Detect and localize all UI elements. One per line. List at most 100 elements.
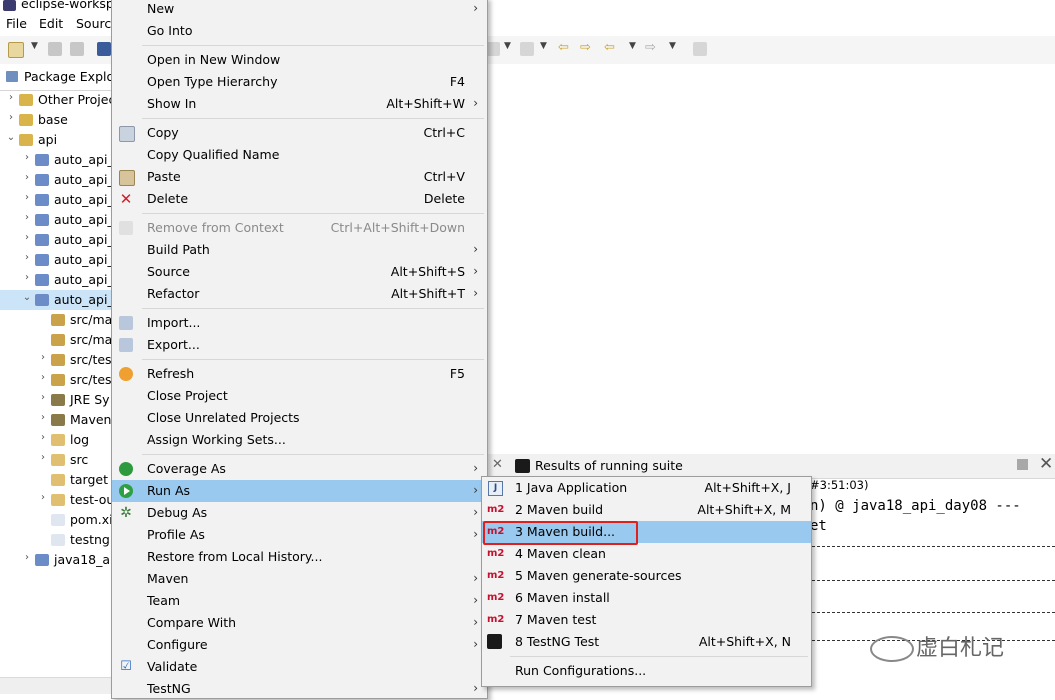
new-dropdown-arrow-icon[interactable]: ▼ bbox=[31, 41, 38, 51]
menu-item-copy[interactable]: Copy Ctrl+C bbox=[112, 122, 487, 144]
tree-item[interactable]: ⌄ api bbox=[0, 130, 118, 150]
tree-item[interactable]: › auto_api_ bbox=[0, 250, 118, 270]
expand-toggle-icon[interactable]: › bbox=[38, 452, 48, 463]
forward-dropdown-arrow-icon[interactable]: ▼ bbox=[669, 41, 676, 51]
menu-item-maven[interactable]: Maven › bbox=[112, 568, 487, 590]
run-as-item-4-maven-clean[interactable]: m2 4 Maven clean bbox=[482, 543, 811, 565]
menu-item-team[interactable]: Team › bbox=[112, 590, 487, 612]
menu-item-new[interactable]: New › bbox=[112, 0, 487, 20]
minimize-icon[interactable] bbox=[1017, 459, 1028, 470]
back-dropdown-arrow-icon[interactable]: ▼ bbox=[629, 41, 636, 51]
tree-item[interactable]: target bbox=[0, 470, 118, 490]
menu-item-export[interactable]: Export... bbox=[112, 334, 487, 356]
toolbar-misc-icon[interactable] bbox=[486, 42, 500, 56]
menu-item-delete[interactable]: ✕ Delete Delete bbox=[112, 188, 487, 210]
last-edit-dropdown-arrow-icon[interactable]: ▼ bbox=[540, 41, 547, 51]
menu-item-assign-working-sets[interactable]: Assign Working Sets... bbox=[112, 429, 487, 451]
new-icon[interactable] bbox=[8, 42, 24, 58]
expand-toggle-icon[interactable]: ⌄ bbox=[22, 292, 32, 303]
menu-item-close-unrelated-projects[interactable]: Close Unrelated Projects bbox=[112, 407, 487, 429]
run-as-item-8-testng-test[interactable]: 8 TestNG Test Alt+Shift+X, N bbox=[482, 631, 811, 653]
menu-item-restore-from-local-history[interactable]: Restore from Local History... bbox=[112, 546, 487, 568]
back-icon[interactable]: ⇦ bbox=[604, 40, 615, 55]
expand-toggle-icon[interactable]: › bbox=[22, 552, 32, 563]
tree-item[interactable]: › base bbox=[0, 110, 118, 130]
tree-item[interactable]: › auto_api_ bbox=[0, 270, 118, 290]
terminal-icon[interactable] bbox=[97, 42, 111, 56]
tree-item[interactable]: › src/tes bbox=[0, 350, 118, 370]
tree-item[interactable]: › JRE Sy bbox=[0, 390, 118, 410]
expand-toggle-icon[interactable]: › bbox=[38, 412, 48, 423]
prev-annotation-icon[interactable]: ⇦ bbox=[558, 40, 569, 55]
tree-item[interactable]: › auto_api_ bbox=[0, 230, 118, 250]
tree-item[interactable]: src/ma bbox=[0, 330, 118, 350]
last-edit-icon[interactable] bbox=[520, 42, 534, 56]
menu-item-configure[interactable]: Configure › bbox=[112, 634, 487, 656]
package-explorer-tab[interactable]: Package Explor bbox=[0, 64, 119, 91]
tree-item[interactable]: › Other Projec bbox=[0, 90, 118, 110]
expand-toggle-icon[interactable]: ⌄ bbox=[6, 132, 16, 143]
tree-item[interactable]: src/ma bbox=[0, 310, 118, 330]
save-icon[interactable] bbox=[48, 42, 62, 56]
expand-toggle-icon[interactable]: › bbox=[38, 372, 48, 383]
expand-toggle-icon[interactable]: › bbox=[38, 432, 48, 443]
save-all-icon[interactable] bbox=[70, 42, 84, 56]
expand-toggle-icon[interactable]: › bbox=[38, 392, 48, 403]
misc-dropdown-arrow-icon[interactable]: ▼ bbox=[504, 41, 511, 51]
tree-item[interactable]: › test-ou bbox=[0, 490, 118, 510]
menu-item-refresh[interactable]: Refresh F5 bbox=[112, 363, 487, 385]
close-panel-icon[interactable]: ✕ bbox=[1039, 454, 1053, 474]
expand-toggle-icon[interactable]: › bbox=[38, 492, 48, 503]
menu-item-show-in[interactable]: Show In Alt+Shift+W › bbox=[112, 93, 487, 115]
expand-toggle-icon[interactable]: › bbox=[22, 172, 32, 183]
expand-toggle-icon[interactable]: › bbox=[22, 252, 32, 263]
menu-edit[interactable]: Edit bbox=[39, 16, 63, 31]
expand-toggle-icon[interactable]: › bbox=[6, 92, 16, 103]
tree-item[interactable]: › log bbox=[0, 430, 118, 450]
tree-item[interactable]: › src/tes bbox=[0, 370, 118, 390]
run-as-item-1-java-application[interactable]: J 1 Java Application Alt+Shift+X, J bbox=[482, 477, 811, 499]
menu-item-copy-qualified-name[interactable]: Copy Qualified Name bbox=[112, 144, 487, 166]
forward-icon[interactable]: ⇨ bbox=[645, 40, 656, 55]
menu-item-validate[interactable]: ☑ Validate bbox=[112, 656, 487, 678]
expand-toggle-icon[interactable]: › bbox=[38, 352, 48, 363]
run-as-item-2-maven-build[interactable]: m2 2 Maven build Alt+Shift+X, M bbox=[482, 499, 811, 521]
tree-item[interactable]: ⌄ auto_api_ bbox=[0, 290, 118, 310]
close-tab-icon[interactable]: ✕ bbox=[492, 457, 503, 472]
expand-toggle-icon[interactable]: › bbox=[22, 212, 32, 223]
menu-item-source[interactable]: Source Alt+Shift+S › bbox=[112, 261, 487, 283]
run-as-item-5-maven-generate-sources[interactable]: m2 5 Maven generate-sources bbox=[482, 565, 811, 587]
next-annotation-icon[interactable]: ⇨ bbox=[580, 40, 591, 55]
results-tab-label[interactable]: Results of running suite bbox=[535, 458, 683, 473]
tree-item[interactable]: › java18_ap bbox=[0, 550, 118, 570]
menu-item-debug-as[interactable]: ✲ Debug As › bbox=[112, 502, 487, 524]
tree-item[interactable]: testng. bbox=[0, 530, 118, 550]
expand-toggle-icon[interactable]: › bbox=[22, 232, 32, 243]
tree-item[interactable]: › auto_api_ bbox=[0, 210, 118, 230]
menu-item-compare-with[interactable]: Compare With › bbox=[112, 612, 487, 634]
menu-item-paste[interactable]: Paste Ctrl+V bbox=[112, 166, 487, 188]
tree-item[interactable]: pom.xi bbox=[0, 510, 118, 530]
tree-item[interactable]: › Maven bbox=[0, 410, 118, 430]
menu-item-run-as[interactable]: Run As › bbox=[112, 480, 487, 502]
expand-toggle-icon[interactable]: › bbox=[22, 272, 32, 283]
expand-toggle-icon[interactable]: › bbox=[22, 192, 32, 203]
tree-item[interactable]: › src bbox=[0, 450, 118, 470]
expand-toggle-icon[interactable]: › bbox=[6, 112, 16, 123]
pin-editor-icon[interactable] bbox=[693, 42, 707, 56]
menu-item-build-path[interactable]: Build Path › bbox=[112, 239, 487, 261]
menu-item-remove-from-context[interactable]: Remove from Context Ctrl+Alt+Shift+Down bbox=[112, 217, 487, 239]
tree-item[interactable]: › auto_api_ bbox=[0, 170, 118, 190]
tree-item[interactable]: › auto_api_ bbox=[0, 190, 118, 210]
menu-file[interactable]: File bbox=[6, 16, 27, 31]
expand-toggle-icon[interactable]: › bbox=[22, 152, 32, 163]
menu-item-close-project[interactable]: Close Project bbox=[112, 385, 487, 407]
menu-item-refactor[interactable]: Refactor Alt+Shift+T › bbox=[112, 283, 487, 305]
run-as-item-6-maven-install[interactable]: m2 6 Maven install bbox=[482, 587, 811, 609]
run-as-item-7-maven-test[interactable]: m2 7 Maven test bbox=[482, 609, 811, 631]
menu-item-profile-as[interactable]: Profile As › bbox=[112, 524, 487, 546]
menu-item-go-into[interactable]: Go Into bbox=[112, 20, 487, 42]
menu-item-import[interactable]: Import... bbox=[112, 312, 487, 334]
menu-item-testng[interactable]: TestNG › bbox=[112, 678, 487, 700]
menu-item-open-in-new-window[interactable]: Open in New Window bbox=[112, 49, 487, 71]
